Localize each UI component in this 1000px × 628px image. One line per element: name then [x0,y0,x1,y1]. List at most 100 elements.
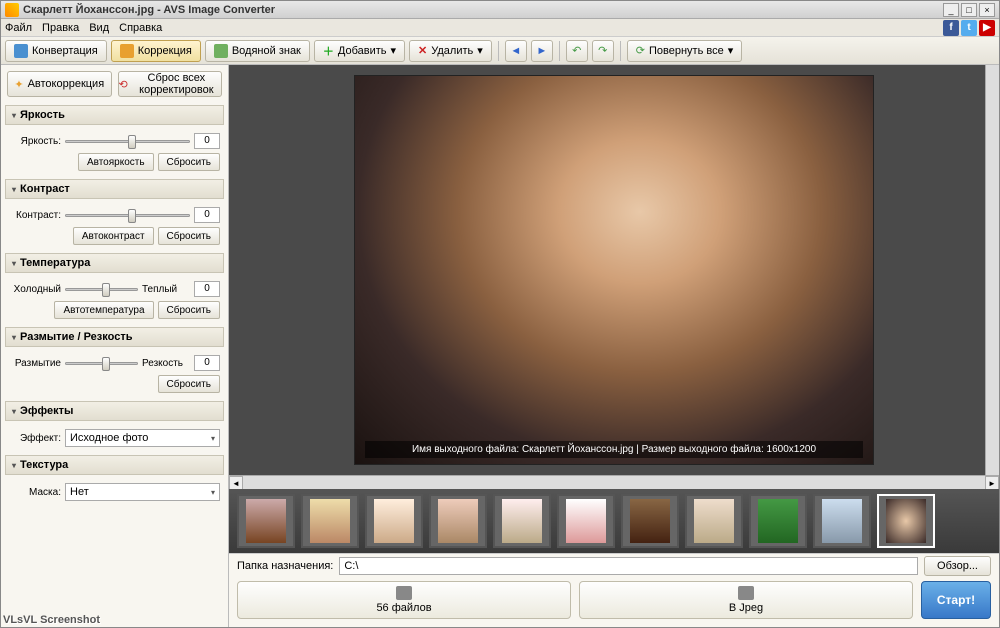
bottom-bar: 56 файлов В Jpeg Старт! [229,577,999,627]
window-title: Скарлетт Йоханссон.jpg - AVS Image Conve… [23,4,941,16]
sharp-label: Резкость [142,358,190,369]
browse-button[interactable]: Обзор... [924,556,991,576]
blur-label: Размытие [9,358,61,369]
convert-icon [14,44,28,58]
section-blur[interactable]: Размытие / Резкость [5,327,224,347]
section-brightness[interactable]: Яркость [5,105,224,125]
thumbnail[interactable] [557,494,615,548]
main-toolbar: Конвертация Коррекция Водяной знак ＋Доба… [1,37,999,65]
thumbnail-strip [229,489,999,553]
titlebar: Скарлетт Йоханссон.jpg - AVS Image Conve… [1,1,999,19]
effect-select[interactable]: Исходное фото [65,429,220,447]
rotate-right-icon: ↷ [598,44,607,57]
add-button[interactable]: ＋Добавить ▾ [314,40,405,62]
horizontal-scrollbar[interactable]: ◄ ► [229,475,999,489]
auto-contrast-button[interactable]: Автоконтраст [73,227,154,245]
delete-button[interactable]: ✕Удалить ▾ [409,40,492,62]
plus-icon: ＋ [323,43,334,59]
menu-edit[interactable]: Правка [42,22,79,34]
arrow-right-icon: ► [536,45,547,57]
preview-caption: Имя выходного файла: Скарлетт Йоханссон.… [365,441,863,458]
format-icon [738,586,754,600]
reset-all-button[interactable]: ⟲Сброс всех корректировок [118,71,223,97]
tab-convert[interactable]: Конвертация [5,40,107,62]
next-button[interactable]: ► [531,40,553,62]
start-button[interactable]: Старт! [921,581,991,619]
auto-temperature-button[interactable]: Автотемпература [54,301,153,319]
menu-view[interactable]: Вид [89,22,109,34]
warm-label: Теплый [142,284,190,295]
viewer: Имя выходного файла: Скарлетт Йоханссон.… [229,65,999,627]
thumbnail[interactable] [493,494,551,548]
youtube-icon[interactable]: ▶ [979,20,995,36]
rotate-all-button[interactable]: ⟳Повернуть все ▾ [627,40,742,62]
tab-watermark[interactable]: Водяной знак [205,40,310,62]
brightness-label: Яркость: [9,136,61,147]
format-card[interactable]: В Jpeg [579,581,913,619]
auto-brightness-button[interactable]: Автояркость [78,153,154,171]
screenshot-watermark: VLsVL Screenshot [3,614,100,626]
thumbnail[interactable] [685,494,743,548]
maximize-button[interactable]: □ [961,3,977,17]
rotate-all-icon: ⟳ [636,44,645,57]
brightness-value[interactable]: 0 [194,133,220,149]
blur-slider[interactable] [65,355,138,371]
preview-image: Имя выходного файла: Скарлетт Йоханссон.… [354,75,874,465]
section-texture[interactable]: Текстура [5,455,224,475]
files-icon [396,586,412,600]
sidebar: ✦Автокоррекция ⟲Сброс всех корректировок… [1,65,229,627]
contrast-slider[interactable] [65,207,190,223]
vertical-scrollbar[interactable] [985,65,999,475]
section-effects[interactable]: Эффекты [5,401,224,421]
thumbnail[interactable] [429,494,487,548]
watermark-icon [214,44,228,58]
destination-input[interactable] [339,557,918,575]
twitter-icon[interactable]: t [961,20,977,36]
rotate-right-button[interactable]: ↷ [592,40,614,62]
mask-label: Маска: [9,487,61,498]
files-card[interactable]: 56 файлов [237,581,571,619]
menu-help[interactable]: Справка [119,22,162,34]
reset-temperature-button[interactable]: Сбросить [158,301,220,319]
menubar: Файл Правка Вид Справка f t ▶ [1,19,999,37]
temperature-value[interactable]: 0 [194,281,220,297]
thumbnail[interactable] [237,494,295,548]
brightness-slider[interactable] [65,133,190,149]
section-temperature[interactable]: Температура [5,253,224,273]
thumbnail-selected[interactable] [877,494,935,548]
menu-file[interactable]: Файл [5,22,32,34]
tab-correct[interactable]: Коррекция [111,40,201,62]
rotate-left-button[interactable]: ↶ [566,40,588,62]
arrow-left-icon: ◄ [510,45,521,57]
rotate-left-icon: ↶ [572,44,581,57]
mask-select[interactable]: Нет [65,483,220,501]
temperature-slider[interactable] [65,281,138,297]
correct-icon [120,44,134,58]
thumbnail[interactable] [749,494,807,548]
contrast-value[interactable]: 0 [194,207,220,223]
section-contrast[interactable]: Контраст [5,179,224,199]
reset-contrast-button[interactable]: Сбросить [158,227,220,245]
destination-label: Папка назначения: [237,560,333,572]
facebook-icon[interactable]: f [943,20,959,36]
app-icon [5,3,19,17]
thumbnail[interactable] [365,494,423,548]
thumbnail[interactable] [301,494,359,548]
blur-value[interactable]: 0 [194,355,220,371]
scroll-left-icon[interactable]: ◄ [229,476,243,490]
wand-icon: ✦ [14,78,23,91]
autocorrect-button[interactable]: ✦Автокоррекция [7,71,112,97]
scroll-right-icon[interactable]: ► [985,476,999,490]
destination-bar: Папка назначения: Обзор... [229,553,999,577]
reset-blur-button[interactable]: Сбросить [158,375,220,393]
minimize-button[interactable]: _ [943,3,959,17]
x-icon: ✕ [418,44,427,57]
reset-brightness-button[interactable]: Сбросить [158,153,220,171]
thumbnail[interactable] [813,494,871,548]
prev-button[interactable]: ◄ [505,40,527,62]
cold-label: Холодный [9,284,61,295]
reset-icon: ⟲ [119,78,128,91]
close-button[interactable]: × [979,3,995,17]
thumbnail[interactable] [621,494,679,548]
preview-canvas: Имя выходного файла: Скарлетт Йоханссон.… [229,65,999,475]
